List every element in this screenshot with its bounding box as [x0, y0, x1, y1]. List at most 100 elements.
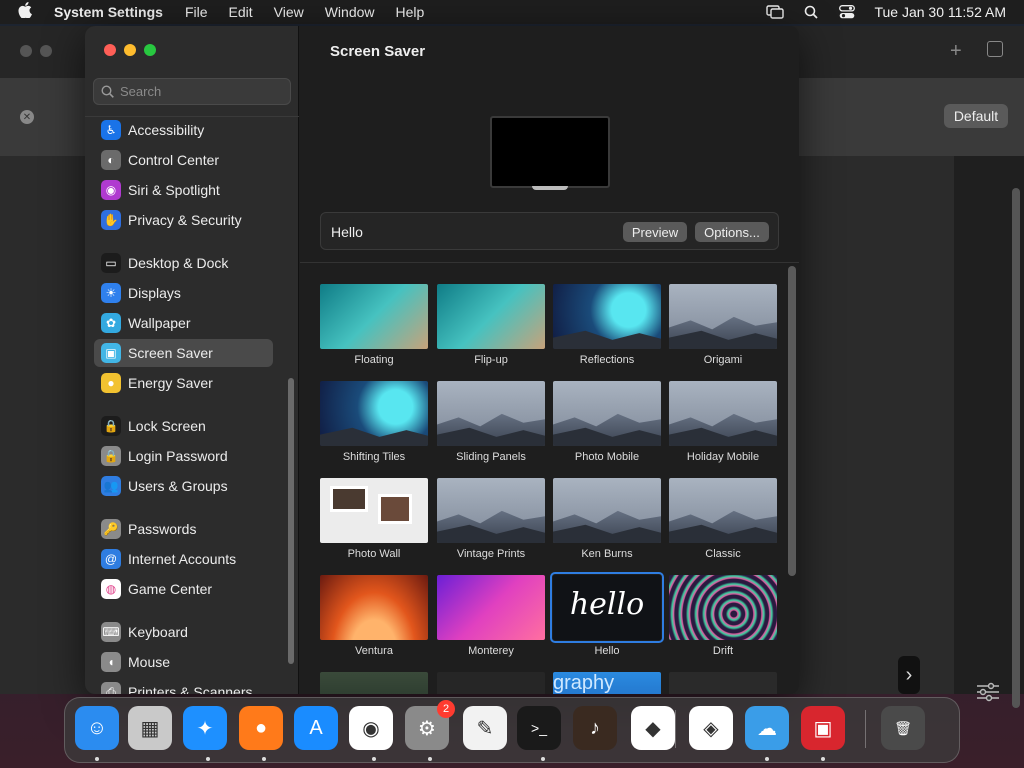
screen-saver-tile-holiday-mobile[interactable]: Holiday Mobile — [669, 381, 777, 463]
weather-icon[interactable]: ☁ — [745, 706, 789, 750]
menu-view[interactable]: View — [274, 4, 304, 20]
sidebar-item-users-groups[interactable]: 👥 Users & Groups — [94, 472, 273, 500]
screen-mirroring-icon[interactable] — [766, 5, 785, 19]
sidebar-item-privacy-security[interactable]: ✋ Privacy & Security — [94, 206, 273, 234]
screen-saver-tile-vintage-prints[interactable]: Vintage Prints — [437, 478, 545, 560]
screen-saver-thumbnail[interactable] — [320, 478, 428, 543]
sidebar-item-passwords[interactable]: 🔑 Passwords — [94, 515, 273, 543]
sidebar-item-siri-spotlight[interactable]: ◉ Siri & Spotlight — [94, 176, 273, 204]
menu-edit[interactable]: Edit — [229, 4, 253, 20]
sliders-icon[interactable] — [976, 682, 1000, 702]
sidebar-scrollbar[interactable] — [288, 378, 294, 664]
sidebar-item-login-password[interactable]: 🔒 Login Password — [94, 442, 273, 470]
screen-saver-tile-reflections[interactable]: Reflections — [553, 284, 661, 366]
screen-saver-tile-flip-up[interactable]: Flip-up — [437, 284, 545, 366]
control-center-icon[interactable] — [838, 5, 856, 19]
screen-saver-thumbnail[interactable] — [669, 672, 777, 694]
textedit-icon[interactable]: ✎ — [463, 706, 507, 750]
screen-saver-thumbnail[interactable] — [669, 284, 777, 349]
screen-saver-thumbnail[interactable]: hello — [550, 572, 664, 643]
app-store-icon[interactable]: A — [294, 706, 338, 750]
screen-saver-thumbnail[interactable] — [320, 284, 428, 349]
minimize-window-icon[interactable] — [124, 44, 136, 56]
zoom-window-icon[interactable] — [144, 44, 156, 56]
background-window-minimize-icon[interactable] — [40, 45, 52, 57]
sidebar-item-lock-screen[interactable]: 🔒 Lock Screen — [94, 412, 273, 440]
screen-saver-thumbnail[interactable] — [553, 478, 661, 543]
menu-window[interactable]: Window — [325, 4, 375, 20]
apple-menu-icon[interactable] — [18, 2, 36, 22]
vscode-icon[interactable]: ◆ — [631, 706, 675, 750]
garageband-icon[interactable]: ♪ — [573, 706, 617, 750]
chrome-icon[interactable]: ◉ — [349, 706, 393, 750]
terminal-icon[interactable]: >_ — [517, 706, 561, 750]
trash-icon[interactable]: 🗑 — [881, 706, 925, 750]
screen-saver-grid-scrollbar[interactable] — [788, 266, 796, 576]
sidebar-item-printers-scanners[interactable]: ⎙ Printers & Scanners — [94, 678, 273, 694]
sidebar-item-desktop-dock[interactable]: ▭ Desktop & Dock — [94, 249, 273, 277]
close-window-icon[interactable] — [104, 44, 116, 56]
screen-saver-tile-photo-wall[interactable]: Photo Wall — [320, 478, 428, 560]
default-button[interactable]: Default — [944, 104, 1008, 128]
screen-saver-tile-partial[interactable] — [437, 672, 545, 694]
clear-icon[interactable]: ✕ — [20, 110, 34, 124]
screen-saver-thumbnail[interactable] — [669, 575, 777, 640]
screen-saver-tile-ventura[interactable]: Ventura — [320, 575, 428, 657]
background-window-scrollbar[interactable] — [1012, 188, 1020, 708]
visual-studio-icon[interactable]: ◈ — [689, 706, 733, 750]
sidebar-item-control-center[interactable]: ◐ Control Center — [94, 146, 273, 174]
screen-saver-thumbnail[interactable]: graphy — [553, 672, 661, 694]
background-window-close-icon[interactable] — [20, 45, 32, 57]
chevron-right-icon[interactable]: › — [898, 656, 920, 694]
screen-saver-tile-hello[interactable]: hello Hello — [550, 572, 664, 657]
screen-saver-tile-origami[interactable]: Origami — [669, 284, 777, 366]
screen-saver-thumbnail[interactable] — [437, 284, 545, 349]
sidebar-item-screen-saver[interactable]: ▣ Screen Saver — [94, 339, 273, 367]
sidebar-item-game-center[interactable]: ◍ Game Center — [94, 575, 273, 603]
screen-saver-thumbnail[interactable] — [553, 284, 661, 349]
screen-saver-tile-sliding-panels[interactable]: Sliding Panels — [437, 381, 545, 463]
screen-saver-tile-partial[interactable] — [320, 672, 428, 694]
screen-saver-thumbnail[interactable] — [320, 381, 428, 446]
screen-saver-thumbnail[interactable] — [437, 672, 545, 694]
screen-saver-tile-floating[interactable]: Floating — [320, 284, 428, 366]
screen-saver-thumbnail[interactable] — [437, 575, 545, 640]
app-menu[interactable]: System Settings — [54, 4, 163, 20]
screen-saver-tile-partial[interactable] — [669, 672, 777, 694]
screen-saver-thumbnail[interactable] — [437, 478, 545, 543]
options-button[interactable]: Options... — [695, 222, 769, 242]
launchpad-icon[interactable]: ▦ — [128, 706, 172, 750]
plus-icon[interactable]: + — [950, 40, 962, 63]
screen-saver-thumbnail[interactable] — [669, 478, 777, 543]
menu-help[interactable]: Help — [396, 4, 425, 20]
sidebar-item-displays[interactable]: ☀ Displays — [94, 279, 273, 307]
photo-booth-icon[interactable]: ▣ — [801, 706, 845, 750]
safari-icon[interactable]: ✦ — [183, 706, 227, 750]
screen-saver-thumbnail[interactable] — [437, 381, 545, 446]
firefox-icon[interactable]: ● — [239, 706, 283, 750]
screen-saver-thumbnail[interactable] — [553, 381, 661, 446]
system-settings-icon[interactable]: ⚙ 2 — [405, 700, 455, 750]
menu-file[interactable]: File — [185, 4, 208, 20]
sidebar-item-internet-accounts[interactable]: @ Internet Accounts — [94, 545, 273, 573]
sidebar-item-keyboard[interactable]: ⌨ Keyboard — [94, 618, 273, 646]
screen-saver-tile-classic[interactable]: Classic — [669, 478, 777, 560]
screen-saver-tile-monterey[interactable]: Monterey — [437, 575, 545, 657]
search-input[interactable] — [120, 84, 280, 99]
sidebar-item-energy-saver[interactable]: ● Energy Saver — [94, 369, 273, 397]
search-field[interactable] — [93, 78, 291, 105]
screen-saver-tile-shifting-tiles[interactable]: Shifting Tiles — [320, 381, 428, 463]
screen-saver-tile-ken-burns[interactable]: Ken Burns — [553, 478, 661, 560]
sidebar-item-mouse[interactable]: ◖ Mouse — [94, 648, 273, 676]
spotlight-search-icon[interactable] — [802, 5, 820, 19]
preview-button[interactable]: Preview — [623, 222, 687, 242]
finder-icon[interactable]: ☺ — [75, 706, 119, 750]
screen-saver-tile-partial[interactable]: graphy — [553, 672, 661, 694]
menubar-clock[interactable]: Tue Jan 30 11:52 AM — [874, 4, 1006, 20]
screen-saver-thumbnail[interactable] — [320, 575, 428, 640]
screen-saver-tile-drift[interactable]: Drift — [669, 575, 777, 657]
sidebar-item-accessibility[interactable]: ♿ Accessibility — [94, 116, 273, 144]
sidebar-item-wallpaper[interactable]: ✿ Wallpaper — [94, 309, 273, 337]
screen-saver-thumbnail[interactable] — [669, 381, 777, 446]
copy-icon[interactable] — [987, 41, 1003, 57]
